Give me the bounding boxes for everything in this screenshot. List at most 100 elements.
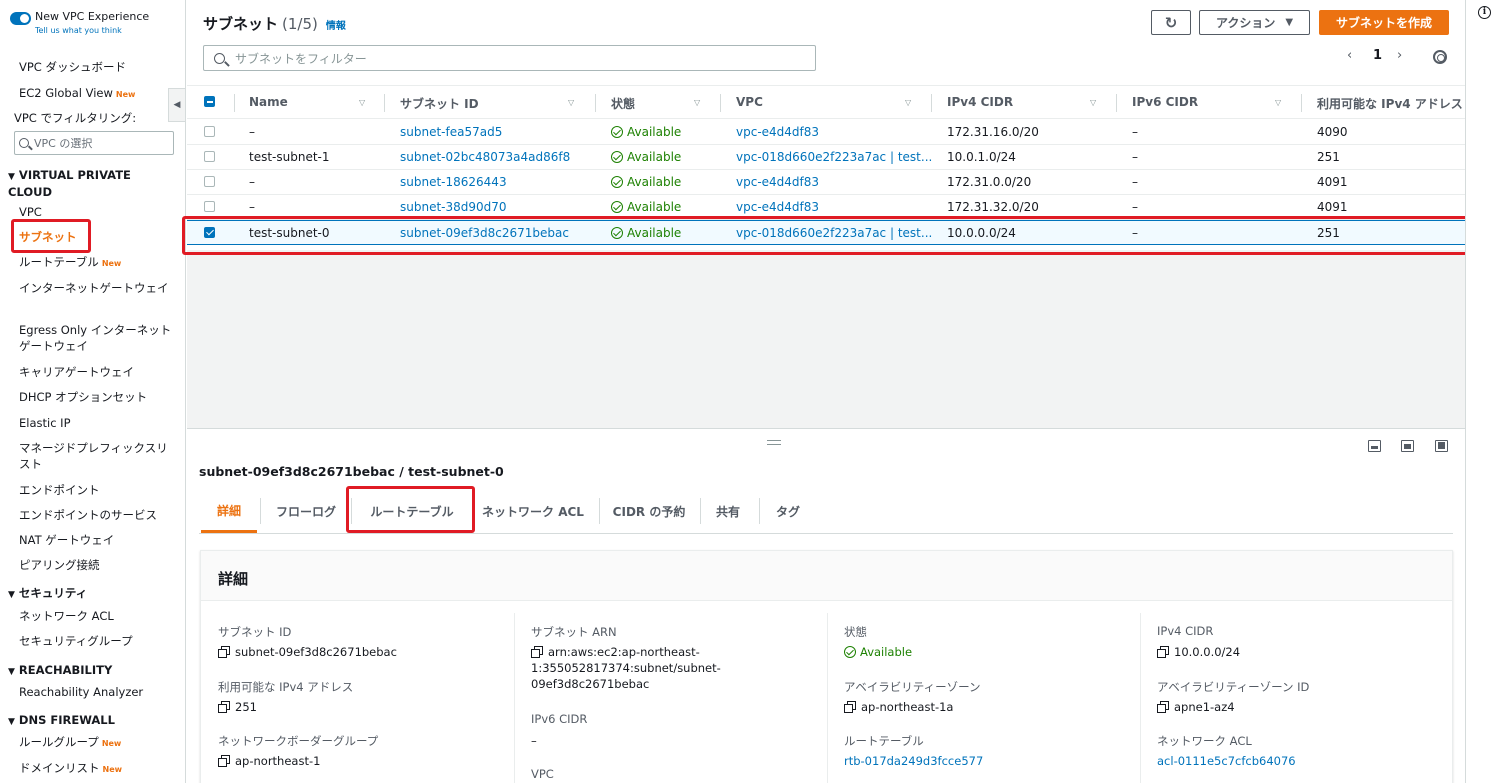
table-row[interactable]: – subnet-fea57ad5 Available vpc-e4d4df83… xyxy=(187,120,1465,145)
sidebar-item-dashboard[interactable]: VPC ダッシュボード xyxy=(19,59,126,75)
sidebar-collapse-button[interactable]: ◀ xyxy=(168,88,186,122)
tab-details[interactable]: 詳細 xyxy=(201,490,257,533)
subnet-id-value[interactable]: subnet-09ef3d8c2671bebac xyxy=(218,644,397,660)
sidebar-item-peering[interactable]: ピアリング接続 xyxy=(19,557,100,573)
tab-tags[interactable]: タグ xyxy=(764,490,812,533)
sidebar-item-internet-gateways[interactable]: インターネットゲートウェイ xyxy=(19,280,169,296)
actions-dropdown[interactable]: アクション ▼ xyxy=(1199,10,1310,35)
row-checkbox[interactable] xyxy=(204,201,215,212)
caret-down-icon: ▼ xyxy=(8,717,15,727)
copy-icon[interactable] xyxy=(844,701,856,713)
prev-page-button[interactable]: ‹ xyxy=(1347,48,1352,63)
sidebar-item-endpoint-services[interactable]: エンドポイントのサービス xyxy=(19,507,157,523)
sort-icon[interactable]: ▽ xyxy=(1275,98,1281,107)
sidebar-item-ec2-global-view[interactable]: EC2 Global View New xyxy=(19,85,135,103)
gear-icon[interactable] xyxy=(1433,50,1447,64)
tab-flow-logs[interactable]: フローログ xyxy=(264,490,348,533)
copy-icon[interactable] xyxy=(531,646,543,658)
column-ipv4-cidr[interactable]: IPv4 CIDR xyxy=(947,95,1013,109)
sort-icon[interactable]: ▽ xyxy=(905,98,911,107)
ipv4-cidr-value[interactable]: 10.0.0.0/24 xyxy=(1157,644,1240,660)
cell-vpc[interactable]: vpc-e4d4df83 xyxy=(736,125,819,139)
next-page-button[interactable]: › xyxy=(1397,48,1402,63)
sort-icon[interactable]: ▽ xyxy=(568,98,574,107)
cell-vpc[interactable]: vpc-018d660e2f223a7ac | test... xyxy=(736,226,932,240)
sort-icon[interactable]: ▽ xyxy=(694,98,700,107)
vpc-filter-select[interactable]: VPC の選択 xyxy=(14,131,174,155)
sidebar-item-managed-prefix-lists[interactable]: マネージドプレフィックスリスト xyxy=(19,440,174,472)
row-checkbox[interactable] xyxy=(204,151,215,162)
column-subnet-id[interactable]: サブネット ID xyxy=(400,95,479,112)
sidebar-item-subnets[interactable]: サブネット xyxy=(19,229,77,245)
tab-network-acl[interactable]: ネットワーク ACL xyxy=(477,490,589,533)
cell-subnet-id[interactable]: subnet-fea57ad5 xyxy=(400,125,502,139)
row-checkbox[interactable] xyxy=(204,176,215,187)
sidebar-item-domain-lists[interactable]: ドメインリスト New xyxy=(19,760,122,778)
page-number[interactable]: 1 xyxy=(1373,48,1382,63)
column-state[interactable]: 状態 xyxy=(611,95,635,112)
panel-half-icon[interactable] xyxy=(1401,440,1414,452)
copy-icon[interactable] xyxy=(1157,646,1169,658)
route-table-link[interactable]: rtb-017da249d3fcce577 xyxy=(844,753,983,769)
cell-vpc[interactable]: vpc-e4d4df83 xyxy=(736,200,819,214)
copy-icon[interactable] xyxy=(218,755,230,767)
arn-value[interactable]: arn:aws:ec2:ap-northeast- 1:355052817374… xyxy=(531,644,721,692)
sidebar-item-dhcp-options[interactable]: DHCP オプションセット xyxy=(19,389,147,405)
row-checkbox[interactable] xyxy=(204,126,215,137)
sort-icon[interactable]: ▽ xyxy=(1090,98,1096,107)
sidebar-item-reachability-analyzer[interactable]: Reachability Analyzer xyxy=(19,684,143,700)
column-available-ipv4[interactable]: 利用可能な IPv4 アドレス xyxy=(1317,95,1463,112)
available-ipv4-value[interactable]: 251 xyxy=(218,699,257,715)
sidebar-item-egress-only-igw[interactable]: Egress Only インターネットゲートウェイ xyxy=(19,322,174,354)
panel-full-icon[interactable] xyxy=(1435,440,1448,452)
table-row[interactable]: – subnet-38d90d70 Available vpc-e4d4df83… xyxy=(187,195,1465,220)
sidebar-item-endpoints[interactable]: エンドポイント xyxy=(19,482,100,498)
cell-vpc[interactable]: vpc-018d660e2f223a7ac | test... xyxy=(736,150,932,164)
section-reachability[interactable]: ▼ REACHABILITY xyxy=(8,663,112,680)
panel-bottom-icon[interactable] xyxy=(1368,440,1381,452)
info-link[interactable]: 情報 xyxy=(326,21,346,32)
cell-subnet-id[interactable]: subnet-09ef3d8c2671bebac xyxy=(400,226,569,240)
tab-sharing[interactable]: 共有 xyxy=(704,490,752,533)
az-id-value[interactable]: apne1-az4 xyxy=(1157,699,1235,715)
copy-icon[interactable] xyxy=(218,701,230,713)
az-value[interactable]: ap-northeast-1a xyxy=(844,699,953,715)
section-security[interactable]: ▼ セキュリティ xyxy=(8,586,87,603)
sidebar-item-security-groups[interactable]: セキュリティグループ xyxy=(19,633,133,649)
cell-subnet-id[interactable]: subnet-38d90d70 xyxy=(400,200,507,214)
row-checkbox[interactable] xyxy=(204,227,215,238)
sidebar-item-network-acl[interactable]: ネットワーク ACL xyxy=(19,608,114,624)
sidebar-item-vpc[interactable]: VPC xyxy=(19,204,42,220)
create-subnet-button[interactable]: サブネットを作成 xyxy=(1319,10,1449,35)
sidebar-item-nat-gateways[interactable]: NAT ゲートウェイ xyxy=(19,532,114,548)
refresh-button[interactable]: ↻ xyxy=(1151,10,1191,35)
table-row[interactable]: test-subnet-1 subnet-02bc48073a4ad86f8 A… xyxy=(187,145,1465,170)
feedback-link[interactable]: Tell us what you think xyxy=(35,26,149,35)
tab-cidr-reservations[interactable]: CIDR の予約 xyxy=(604,490,694,533)
select-all-checkbox[interactable] xyxy=(204,96,215,107)
section-dns-firewall[interactable]: ▼ DNS FIREWALL xyxy=(8,713,115,730)
sort-icon[interactable]: ▽ xyxy=(359,98,365,107)
sidebar-item-route-tables[interactable]: ルートテーブル New xyxy=(19,254,121,272)
info-icon[interactable]: i xyxy=(1478,6,1491,19)
sidebar-item-rule-groups[interactable]: ルールグループ New xyxy=(19,734,121,752)
tab-route-table[interactable]: ルートテーブル xyxy=(357,490,467,533)
cell-vpc[interactable]: vpc-e4d4df83 xyxy=(736,175,819,189)
resize-handle[interactable] xyxy=(767,440,781,445)
column-vpc[interactable]: VPC xyxy=(736,95,763,109)
table-row-selected[interactable]: test-subnet-0 subnet-09ef3d8c2671bebac A… xyxy=(187,220,1465,245)
column-ipv6-cidr[interactable]: IPv6 CIDR xyxy=(1132,95,1198,109)
cell-subnet-id[interactable]: subnet-18626443 xyxy=(400,175,507,189)
column-name[interactable]: Name xyxy=(249,95,288,109)
network-acl-link[interactable]: acl-0111e5c7cfcb64076 xyxy=(1157,753,1296,769)
section-virtual-private-cloud[interactable]: ▼ VIRTUAL PRIVATE CLOUD xyxy=(8,168,158,200)
copy-icon[interactable] xyxy=(1157,701,1169,713)
cell-subnet-id[interactable]: subnet-02bc48073a4ad86f8 xyxy=(400,150,570,164)
new-vpc-experience-toggle[interactable] xyxy=(10,12,31,25)
sidebar-item-carrier-gateways[interactable]: キャリアゲートウェイ xyxy=(19,364,134,380)
subnet-filter-input[interactable]: サブネットをフィルター xyxy=(203,45,816,71)
sidebar-item-elastic-ip[interactable]: Elastic IP xyxy=(19,415,71,431)
copy-icon[interactable] xyxy=(218,646,230,658)
nbg-value[interactable]: ap-northeast-1 xyxy=(218,753,320,769)
table-row[interactable]: – subnet-18626443 Available vpc-e4d4df83… xyxy=(187,170,1465,195)
